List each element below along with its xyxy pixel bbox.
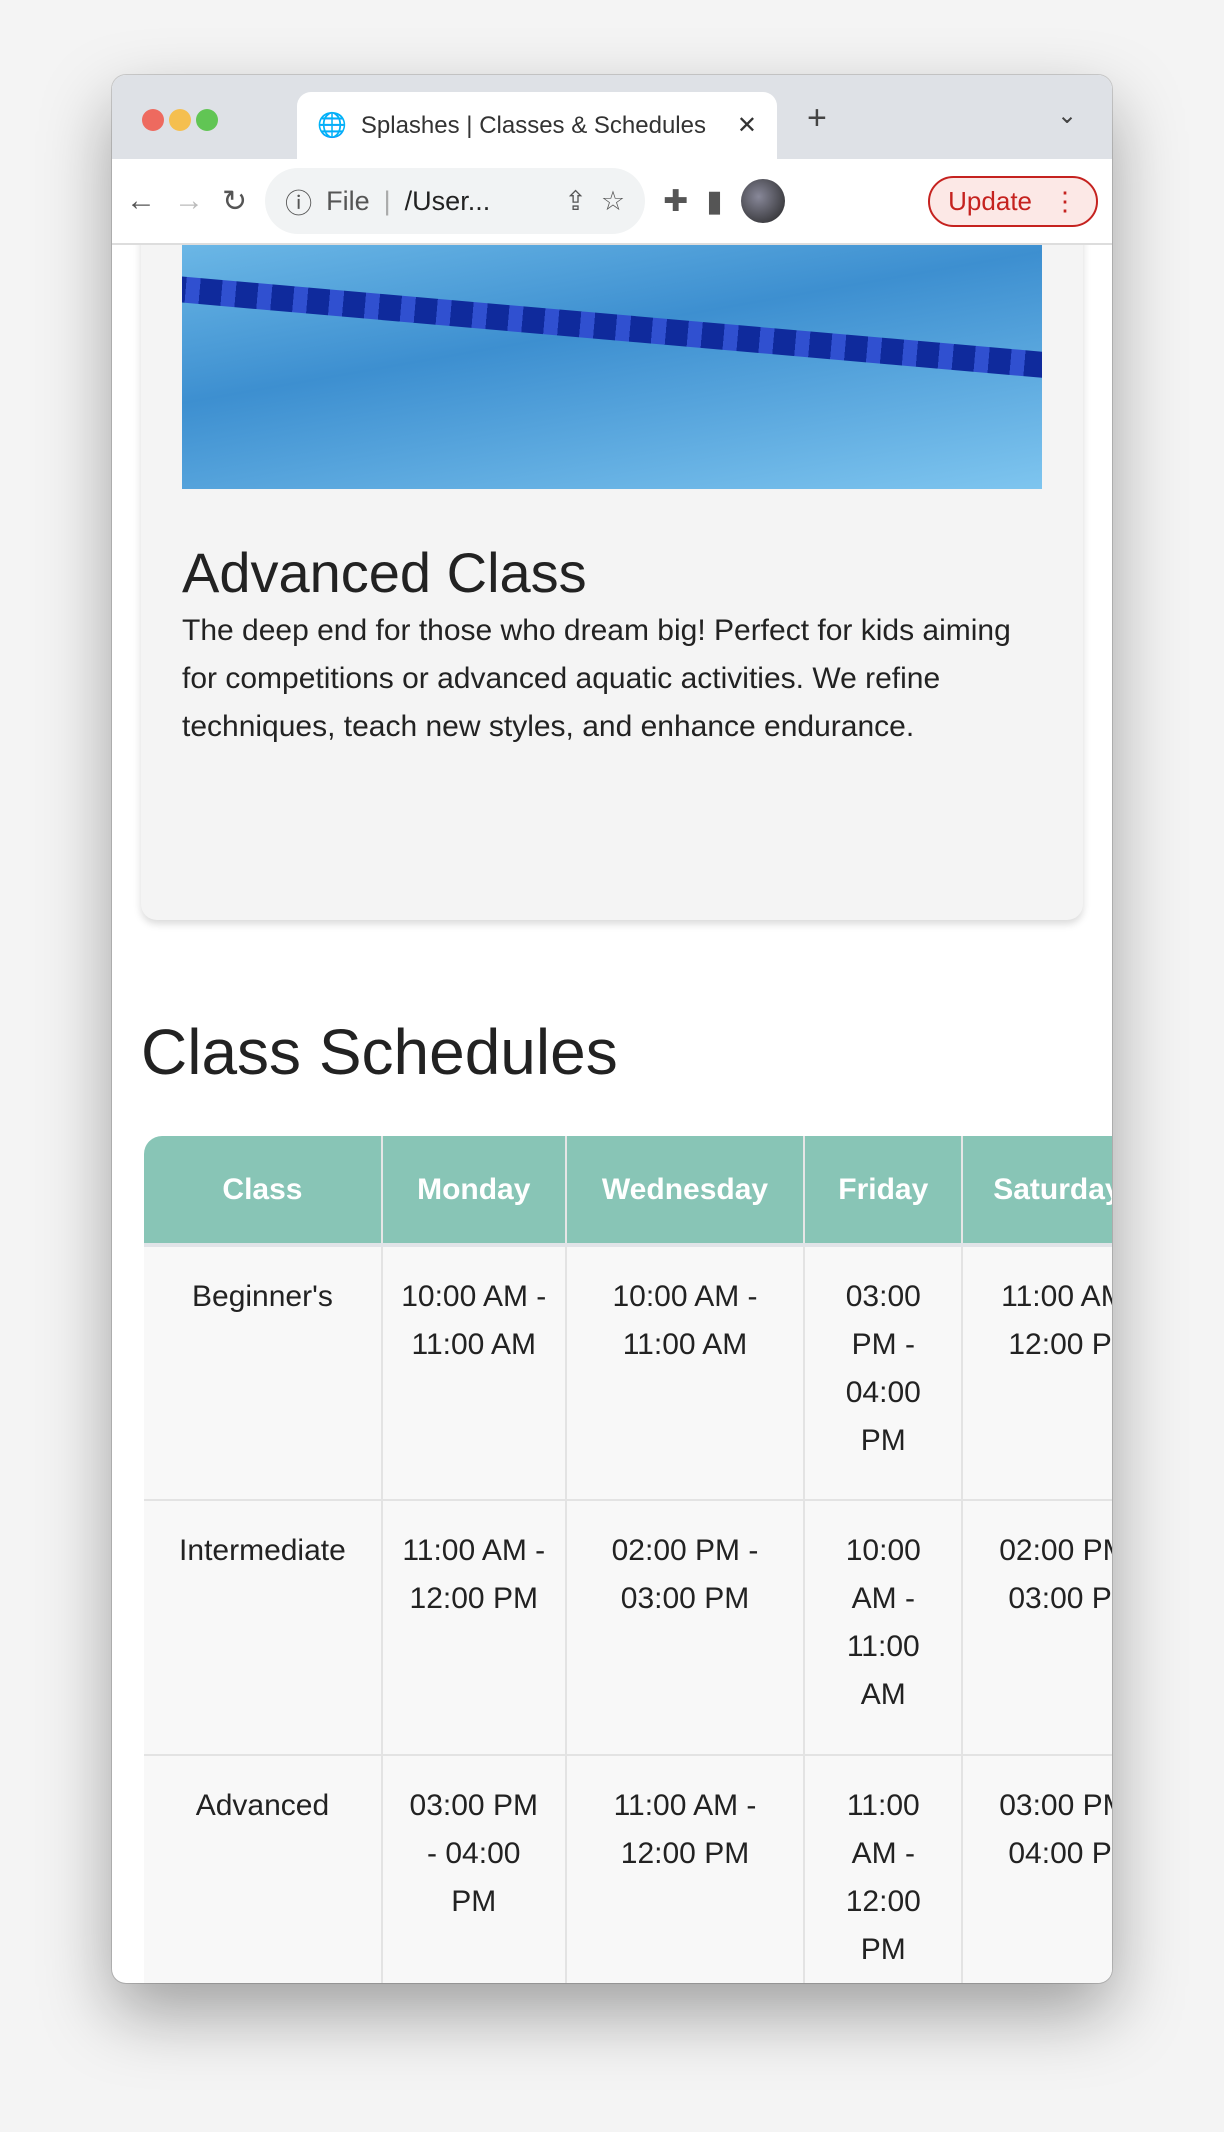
update-button[interactable]: Update ⋮ xyxy=(928,175,1098,227)
class-cell: Beginner's xyxy=(144,1245,383,1501)
header-friday: Friday xyxy=(804,1136,964,1247)
class-cell: Advanced xyxy=(144,1755,383,1983)
info-icon: ⓘ xyxy=(285,188,313,219)
browser-window: 🌐 Splashes | Classes & Schedules ✕ + ⌄ ←… xyxy=(112,75,1112,1983)
bookmark-star-icon[interactable]: ☆ xyxy=(601,186,625,217)
time-cell: 03:00 PM - 04:00 PM xyxy=(962,1755,1112,1983)
time-cell: 10:00 AM - 11:00 AM xyxy=(804,1500,964,1756)
time-cell: 10:00 AM - 11:00 AM xyxy=(565,1245,806,1501)
reload-icon[interactable]: ↻ xyxy=(222,184,247,219)
profile-avatar[interactable] xyxy=(740,179,785,223)
address-bar[interactable]: ⓘ File | /User... ⇪ ☆ xyxy=(265,168,646,234)
more-menu-icon[interactable]: ⋮ xyxy=(1052,186,1078,217)
close-tab-icon[interactable]: ✕ xyxy=(737,111,757,140)
active-tab[interactable]: 🌐 Splashes | Classes & Schedules ✕ xyxy=(297,92,777,159)
header-class: Class xyxy=(144,1136,383,1247)
schedules-heading: Class Schedules xyxy=(141,1016,618,1088)
time-cell: 02:00 PM - 03:00 PM xyxy=(565,1500,806,1756)
time-cell: 03:00 PM - 04:00 PM xyxy=(804,1245,964,1501)
minimize-window-button[interactable] xyxy=(169,109,191,131)
forward-icon[interactable]: → xyxy=(174,184,204,218)
time-cell: 03:00 PM - 04:00 PM xyxy=(381,1755,567,1983)
back-icon[interactable]: ← xyxy=(126,184,156,218)
time-cell: 02:00 PM - 03:00 PM xyxy=(962,1500,1112,1756)
time-cell: 11:00 AM - 12:00 PM xyxy=(381,1500,567,1756)
toolbar: ← → ↻ ⓘ File | /User... ⇪ ☆ ✚ ▮ Update ⋮ xyxy=(112,159,1112,245)
card-description: The deep end for those who dream big! Pe… xyxy=(182,614,1011,743)
globe-icon: 🌐 xyxy=(317,112,347,139)
header-wednesday: Wednesday xyxy=(565,1136,806,1247)
close-window-button[interactable] xyxy=(142,109,164,131)
card-title: Advanced Class xyxy=(182,541,587,604)
table-row: Advanced 03:00 PM - 04:00 PM 11:00 AM - … xyxy=(144,1755,1112,1983)
page-content: Advanced Class The deep end for those wh… xyxy=(112,245,1112,1983)
advanced-class-card: Advanced Class The deep end for those wh… xyxy=(141,245,1083,920)
share-icon[interactable]: ⇪ xyxy=(564,186,587,217)
maximize-window-button[interactable] xyxy=(196,109,218,131)
time-cell: 11:00 AM - 12:00 PM xyxy=(962,1245,1112,1501)
table-row: Beginner's 10:00 AM - 11:00 AM 10:00 AM … xyxy=(144,1245,1112,1501)
table-row: Intermediate 11:00 AM - 12:00 PM 02:00 P… xyxy=(144,1500,1112,1756)
header-saturday: Saturday xyxy=(962,1136,1112,1247)
schedule-table: Class Monday Wednesday Friday Saturday B… xyxy=(144,1136,1112,1983)
new-tab-icon[interactable]: + xyxy=(807,99,827,138)
extensions-puzzle-icon[interactable]: ✚ xyxy=(663,184,688,219)
time-cell: 11:00 AM - 12:00 PM xyxy=(565,1755,806,1983)
side-panel-icon[interactable]: ▮ xyxy=(706,184,723,219)
tab-search-chevron-icon[interactable]: ⌄ xyxy=(1057,101,1077,130)
tab-bar: 🌐 Splashes | Classes & Schedules ✕ + ⌄ xyxy=(112,75,1112,159)
swimming-pool-image xyxy=(182,245,1042,489)
time-cell: 11:00 AM - 12:00 PM xyxy=(804,1755,964,1983)
class-cell: Intermediate xyxy=(144,1500,383,1756)
header-monday: Monday xyxy=(381,1136,567,1247)
time-cell: 10:00 AM - 11:00 AM xyxy=(381,1245,567,1501)
